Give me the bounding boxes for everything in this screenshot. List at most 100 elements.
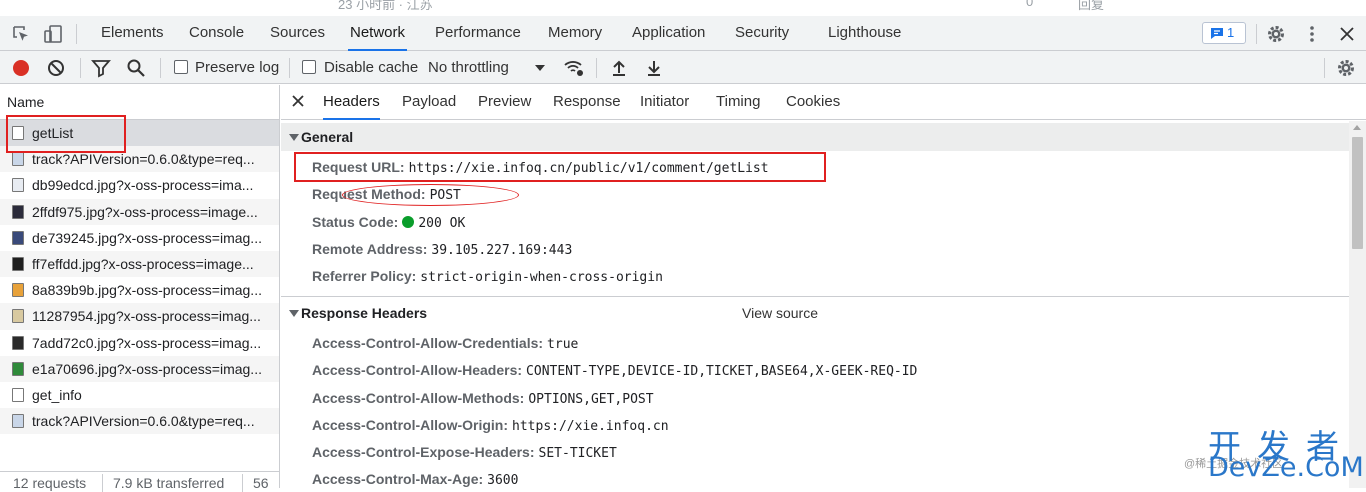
tab-memory[interactable]: Memory xyxy=(546,16,604,51)
request-name: get_info xyxy=(32,386,82,403)
collapse-triangle-icon xyxy=(289,134,299,141)
remote-address-row: Remote Address: 39.105.227.169:443 xyxy=(312,238,572,260)
general-section-header[interactable]: General xyxy=(281,123,1349,151)
tab-security[interactable]: Security xyxy=(733,16,791,51)
scroll-up-arrow-icon[interactable] xyxy=(1353,125,1361,130)
close-detail-icon[interactable] xyxy=(291,94,305,108)
tab-sources[interactable]: Sources xyxy=(268,16,327,51)
request-name: 8a839b9b.jpg?x-oss-process=imag... xyxy=(32,282,262,299)
annotation-box-request-url xyxy=(294,152,826,182)
response-headers-section-header[interactable]: Response Headers View source xyxy=(281,299,1349,327)
request-row[interactable]: 2ffdf975.jpg?x-oss-process=image... xyxy=(0,198,279,225)
tab-timing[interactable]: Timing xyxy=(716,85,760,120)
tab-payload[interactable]: Payload xyxy=(402,85,456,120)
status-code-row: Status Code: 200 OK xyxy=(312,211,465,233)
image-file-icon xyxy=(12,309,24,324)
disable-cache-checkbox[interactable] xyxy=(302,60,316,74)
filter-icon[interactable] xyxy=(91,58,111,78)
header-value: true xyxy=(547,337,579,352)
devtools-tab-bar: Elements Console Sources Network Perform… xyxy=(0,16,1366,51)
reply-link[interactable]: 回复 xyxy=(1078,0,1104,13)
close-devtools-icon[interactable] xyxy=(1337,24,1357,44)
request-row[interactable]: track?APIVersion=0.6.0&type=req... xyxy=(0,408,279,435)
header-value: 3600 xyxy=(487,473,519,488)
request-row[interactable]: get_info xyxy=(0,382,279,408)
network-conditions-icon[interactable] xyxy=(563,58,583,78)
header-key: Access-Control-Expose-Headers: xyxy=(312,444,535,460)
tab-network[interactable]: Network xyxy=(348,16,408,51)
view-source-link[interactable]: View source xyxy=(742,299,818,327)
header-value: SET-TICKET xyxy=(538,446,617,461)
tab-elements[interactable]: Elements xyxy=(99,16,166,51)
divider xyxy=(596,58,597,78)
response-header-row: Access-Control-Max-Age: 3600 xyxy=(312,468,518,488)
request-row[interactable]: e1a70696.jpg?x-oss-process=imag... xyxy=(0,355,279,382)
image-file-icon xyxy=(12,361,24,376)
preserve-log-checkbox[interactable] xyxy=(174,60,188,74)
transferred-size: 7.9 kB transferred xyxy=(113,475,225,491)
device-toolbar-icon[interactable] xyxy=(43,24,63,44)
comment-meta: 23 小时前 · 江苏 xyxy=(338,0,433,12)
watermark-domain: DevZe.CoM xyxy=(1208,452,1364,483)
search-icon[interactable] xyxy=(126,58,146,78)
tab-response[interactable]: Response xyxy=(553,85,621,120)
divider xyxy=(160,58,161,78)
header-value: CONTENT-TYPE,DEVICE-ID,TICKET,BASE64,X-G… xyxy=(526,364,918,379)
chevron-down-icon[interactable] xyxy=(532,58,552,78)
like-count: 0 xyxy=(1026,0,1034,9)
image-file-icon xyxy=(12,230,24,245)
settings-gear-icon[interactable] xyxy=(1266,24,1286,44)
request-row[interactable]: 11287954.jpg?x-oss-process=imag... xyxy=(0,303,279,330)
divider xyxy=(102,474,103,492)
tab-preview[interactable]: Preview xyxy=(478,85,531,120)
collapse-triangle-icon xyxy=(289,310,299,317)
header-value: OPTIONS,GET,POST xyxy=(528,392,654,407)
divider xyxy=(281,296,1349,297)
divider xyxy=(289,58,290,78)
page-top-strip: 23 小时前 · 江苏 0 回复 xyxy=(0,0,1366,16)
general-title: General xyxy=(301,129,354,145)
divider xyxy=(76,24,77,44)
record-icon[interactable] xyxy=(11,58,31,78)
header-key: Access-Control-Allow-Methods: xyxy=(312,390,525,406)
request-row[interactable]: db99edcd.jpg?x-oss-process=ima... xyxy=(0,172,279,198)
header-key: Access-Control-Max-Age: xyxy=(312,471,484,487)
header-value: strict-origin-when-cross-origin xyxy=(420,270,663,285)
tab-application[interactable]: Application xyxy=(630,16,707,51)
network-settings-gear-icon[interactable] xyxy=(1336,58,1356,78)
import-har-icon[interactable] xyxy=(609,58,629,78)
throttling-select[interactable]: No throttling xyxy=(428,51,509,84)
clear-icon[interactable] xyxy=(46,58,66,78)
inspect-element-icon[interactable] xyxy=(11,24,31,44)
tab-console[interactable]: Console xyxy=(187,16,246,51)
request-name: 2ffdf975.jpg?x-oss-process=image... xyxy=(32,203,258,220)
response-header-row: Access-Control-Allow-Methods: OPTIONS,GET… xyxy=(312,387,654,409)
tab-initiator[interactable]: Initiator xyxy=(640,85,689,120)
message-icon xyxy=(1211,28,1223,39)
export-har-icon[interactable] xyxy=(644,58,664,78)
divider xyxy=(1256,24,1257,44)
request-name: e1a70696.jpg?x-oss-process=imag... xyxy=(32,360,262,377)
scrollbar-thumb[interactable] xyxy=(1352,137,1363,249)
header-value: 200 OK xyxy=(418,216,466,231)
request-row[interactable]: 7add72c0.jpg?x-oss-process=imag... xyxy=(0,330,279,356)
disable-cache-label: Disable cache xyxy=(324,59,419,76)
request-name: 11287954.jpg?x-oss-process=imag... xyxy=(32,308,261,325)
tab-performance[interactable]: Performance xyxy=(433,16,523,51)
divider xyxy=(80,58,81,78)
response-header-row: Access-Control-Allow-Origin: https://xie.… xyxy=(312,414,669,436)
document-file-icon xyxy=(12,387,24,402)
tab-lighthouse[interactable]: Lighthouse xyxy=(826,16,903,51)
image-file-icon xyxy=(12,178,24,193)
request-count: 12 requests xyxy=(13,475,87,491)
response-header-row: Access-Control-Allow-Headers: CONTENT-TYP… xyxy=(312,359,917,381)
request-row[interactable]: ff7effdd.jpg?x-oss-process=image... xyxy=(0,250,279,278)
tab-headers[interactable]: Headers xyxy=(323,85,380,120)
request-row[interactable]: 8a839b9b.jpg?x-oss-process=imag... xyxy=(0,277,279,303)
more-options-icon[interactable] xyxy=(1302,24,1322,44)
request-list: getList track?APIVersion=0.6.0&type=req..… xyxy=(0,120,279,435)
request-row[interactable]: de739245.jpg?x-oss-process=imag... xyxy=(0,225,279,251)
tab-cookies[interactable]: Cookies xyxy=(786,85,840,120)
issues-badge[interactable]: 1 xyxy=(1202,22,1246,44)
image-file-icon xyxy=(12,414,24,429)
